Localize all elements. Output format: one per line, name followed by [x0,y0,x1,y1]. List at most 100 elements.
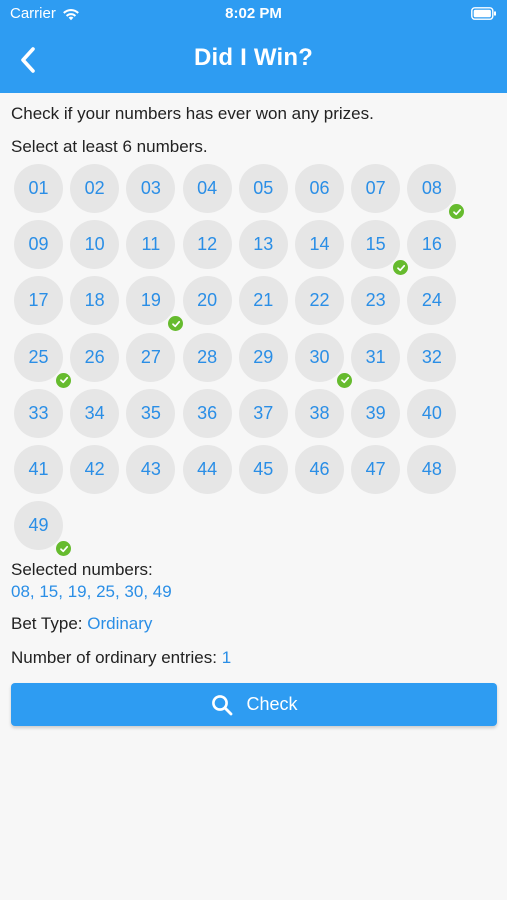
number-ball[interactable]: 43 [126,445,176,494]
number-ball-label: 07 [365,178,386,198]
search-icon [212,694,233,715]
number-ball-label: 38 [309,402,330,423]
select-hint-text: Select at least 6 numbers. [11,137,208,156]
number-ball-label: 34 [84,402,105,423]
number-ball-label: 48 [421,459,442,479]
number-ball-label: 41 [28,459,49,479]
number-ball-label: 39 [365,402,386,423]
number-ball[interactable]: 26 [70,332,120,382]
number-ball[interactable]: 16 [407,220,457,270]
number-ball[interactable]: 37 [238,388,288,438]
bet-type-row: Bet Type: Ordinary [11,614,152,634]
ordinary-entries-value: 1 [221,648,232,667]
number-ball[interactable]: 45 [238,445,288,494]
number-ball[interactable]: 03 [126,164,176,213]
number-ball[interactable]: 01 [14,164,63,213]
number-ball[interactable]: 36 [182,388,232,438]
number-ball-label: 20 [197,290,218,311]
number-ball-label: 28 [197,346,218,367]
number-ball[interactable]: 35 [126,388,176,438]
number-ball[interactable]: 29 [238,332,288,382]
status-bar: Carrier 8:02 PM [0,0,507,28]
main-content: Check if your numbers has ever won any p… [0,93,507,900]
number-ball-label: 08 [421,178,442,198]
number-ball[interactable]: 20 [182,276,232,326]
bet-type-value[interactable]: Ordinary [87,614,152,633]
number-ball[interactable]: 42 [70,445,120,494]
selected-check-icon [393,260,409,276]
selected-check-icon [168,316,184,332]
number-ball[interactable]: 47 [351,445,401,494]
number-ball-label: 19 [140,290,161,311]
number-ball[interactable]: 05 [238,164,288,213]
number-ball[interactable]: 23 [351,276,401,326]
number-ball-label: 36 [197,402,218,423]
number-ball[interactable]: 08 [407,164,465,219]
selected-check-icon [337,372,352,388]
number-ball-label: 17 [28,290,49,311]
status-time: 8:02 PM [225,5,282,22]
number-ball[interactable]: 04 [182,164,232,213]
number-ball-label: 22 [309,290,330,311]
number-ball[interactable]: 30 [295,332,352,388]
number-ball-label: 23 [365,290,386,311]
number-ball-label: 33 [28,402,49,423]
ordinary-entries-label: Number of ordinary entries: [11,648,222,667]
number-ball-label: 44 [197,459,218,479]
number-ball-label: 37 [253,402,274,423]
number-ball[interactable]: 32 [407,332,457,382]
number-ball[interactable]: 46 [295,445,344,494]
number-ball[interactable]: 15 [351,220,409,276]
number-ball[interactable]: 13 [238,220,288,270]
number-ball-label: 03 [140,178,161,198]
number-ball-label: 14 [309,234,330,255]
number-ball[interactable]: 07 [351,164,401,213]
number-ball[interactable]: 34 [70,388,120,438]
number-ball[interactable]: 25 [14,332,71,388]
number-ball[interactable]: 33 [14,388,63,438]
selected-numbers-values: 08, 15, 19, 25, 30, 49 [11,582,172,601]
number-ball[interactable]: 14 [295,220,344,270]
number-ball-label: 47 [365,459,386,479]
number-ball-label: 13 [253,234,274,255]
selected-check-icon [449,204,465,219]
number-ball[interactable]: 31 [351,332,401,382]
number-ball[interactable]: 24 [407,276,457,326]
number-ball-label: 35 [140,402,161,423]
number-ball-label: 45 [253,459,274,479]
ordinary-entries-row: Number of ordinary entries: 1 [11,648,231,668]
number-ball[interactable]: 49 [14,501,71,557]
number-ball-label: 26 [84,346,105,367]
number-ball-label: 29 [253,346,274,367]
navigation-header: Carrier 8:02 PM Did I Win? [0,0,507,93]
number-ball[interactable]: 19 [126,276,184,332]
number-ball[interactable]: 44 [182,445,232,494]
number-ball[interactable]: 41 [14,445,63,494]
number-ball[interactable]: 02 [70,164,120,213]
number-ball[interactable]: 11 [126,220,176,270]
number-ball[interactable]: 38 [295,388,344,438]
check-button[interactable]: Check [11,683,497,726]
number-ball[interactable]: 27 [126,332,176,382]
number-ball[interactable]: 22 [295,276,344,326]
number-ball[interactable]: 48 [407,445,457,494]
number-ball[interactable]: 10 [70,220,120,270]
selected-check-icon [56,541,71,557]
number-ball[interactable]: 39 [351,388,401,438]
number-ball[interactable]: 12 [182,220,232,270]
battery-icon [471,7,496,20]
number-ball-label: 01 [28,178,49,198]
number-ball-label: 30 [309,346,330,367]
number-ball[interactable]: 06 [295,164,344,213]
did-i-win-screen: Carrier 8:02 PM Did I Win? Check if your [0,0,507,900]
number-ball[interactable]: 21 [238,276,288,326]
number-ball[interactable]: 40 [407,388,457,438]
number-ball[interactable]: 18 [70,276,120,326]
number-ball-label: 12 [197,234,218,255]
number-ball[interactable]: 28 [182,332,232,382]
number-ball[interactable]: 17 [14,276,63,326]
number-ball[interactable]: 09 [14,220,63,270]
check-button-label: Check [246,694,298,714]
page-title: Did I Win? [193,44,314,71]
number-ball-label: 24 [421,290,442,311]
